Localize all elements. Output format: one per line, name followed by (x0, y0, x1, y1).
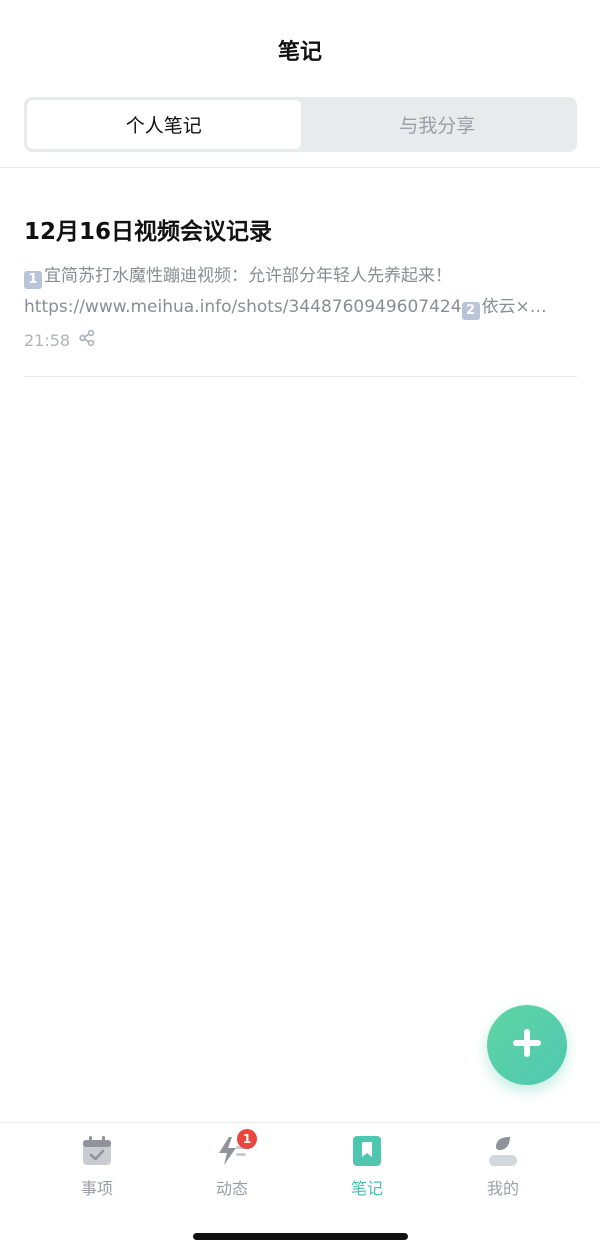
tabbar-label-tasks: 事项 (80, 1179, 113, 1198)
tabbar-item-me[interactable]: 我的 (453, 1135, 553, 1198)
profile-icon (486, 1135, 520, 1167)
calendar-check-icon (80, 1135, 114, 1167)
note-timestamp: 21:58 (24, 330, 71, 350)
header-divider (0, 167, 600, 168)
add-note-button[interactable] (487, 1005, 567, 1085)
activity-bolt-icon: 1 (215, 1129, 257, 1167)
note-preview-text-2: 依云×… (481, 297, 547, 317)
tab-personal-notes[interactable]: 个人笔记 (27, 100, 301, 149)
share-icon[interactable] (78, 329, 96, 351)
tabbar-item-notes[interactable]: 笔记 (317, 1135, 417, 1198)
note-preview-line-2: https://www.meihua.info/shots/3448760949… (24, 292, 577, 320)
plus-icon (510, 1026, 544, 1064)
note-meta: 21:58 (24, 329, 96, 351)
tabbar-label-activity: 动态 (215, 1179, 248, 1198)
keycap-number-icon: 2 (461, 302, 480, 320)
note-preview-line-1: 1 宜简苏打水魔性蹦迪视频：允许部分年轻人先养起来！ (24, 261, 577, 289)
bookmark-icon (350, 1135, 384, 1167)
note-list-item[interactable]: 12月16日视频会议记录 1 宜简苏打水魔性蹦迪视频：允许部分年轻人先养起来！ h… (24, 200, 577, 378)
page-title: 笔记 (277, 40, 322, 65)
tab-shared-with-me[interactable]: 与我分享 (301, 100, 575, 149)
note-title: 12月16日视频会议记录 (24, 219, 273, 245)
tabbar-item-activity[interactable]: 1 动态 (182, 1129, 282, 1198)
tabbar-item-tasks[interactable]: 事项 (47, 1135, 147, 1198)
tabbar-label-notes: 笔记 (350, 1179, 383, 1198)
note-preview-text-1: 宜简苏打水魔性蹦迪视频：允许部分年轻人先养起来！ (44, 266, 452, 286)
note-scope-segmented-control: 个人笔记 与我分享 (24, 97, 577, 152)
keycap-number-icon: 1 (24, 271, 42, 289)
notification-badge: 1 (237, 1129, 257, 1149)
home-indicator (193, 1233, 408, 1240)
note-preview-url: https://www.meihua.info/shots/3448760949… (24, 297, 462, 317)
tabbar-label-me: 我的 (486, 1179, 519, 1198)
note-divider (24, 376, 577, 377)
